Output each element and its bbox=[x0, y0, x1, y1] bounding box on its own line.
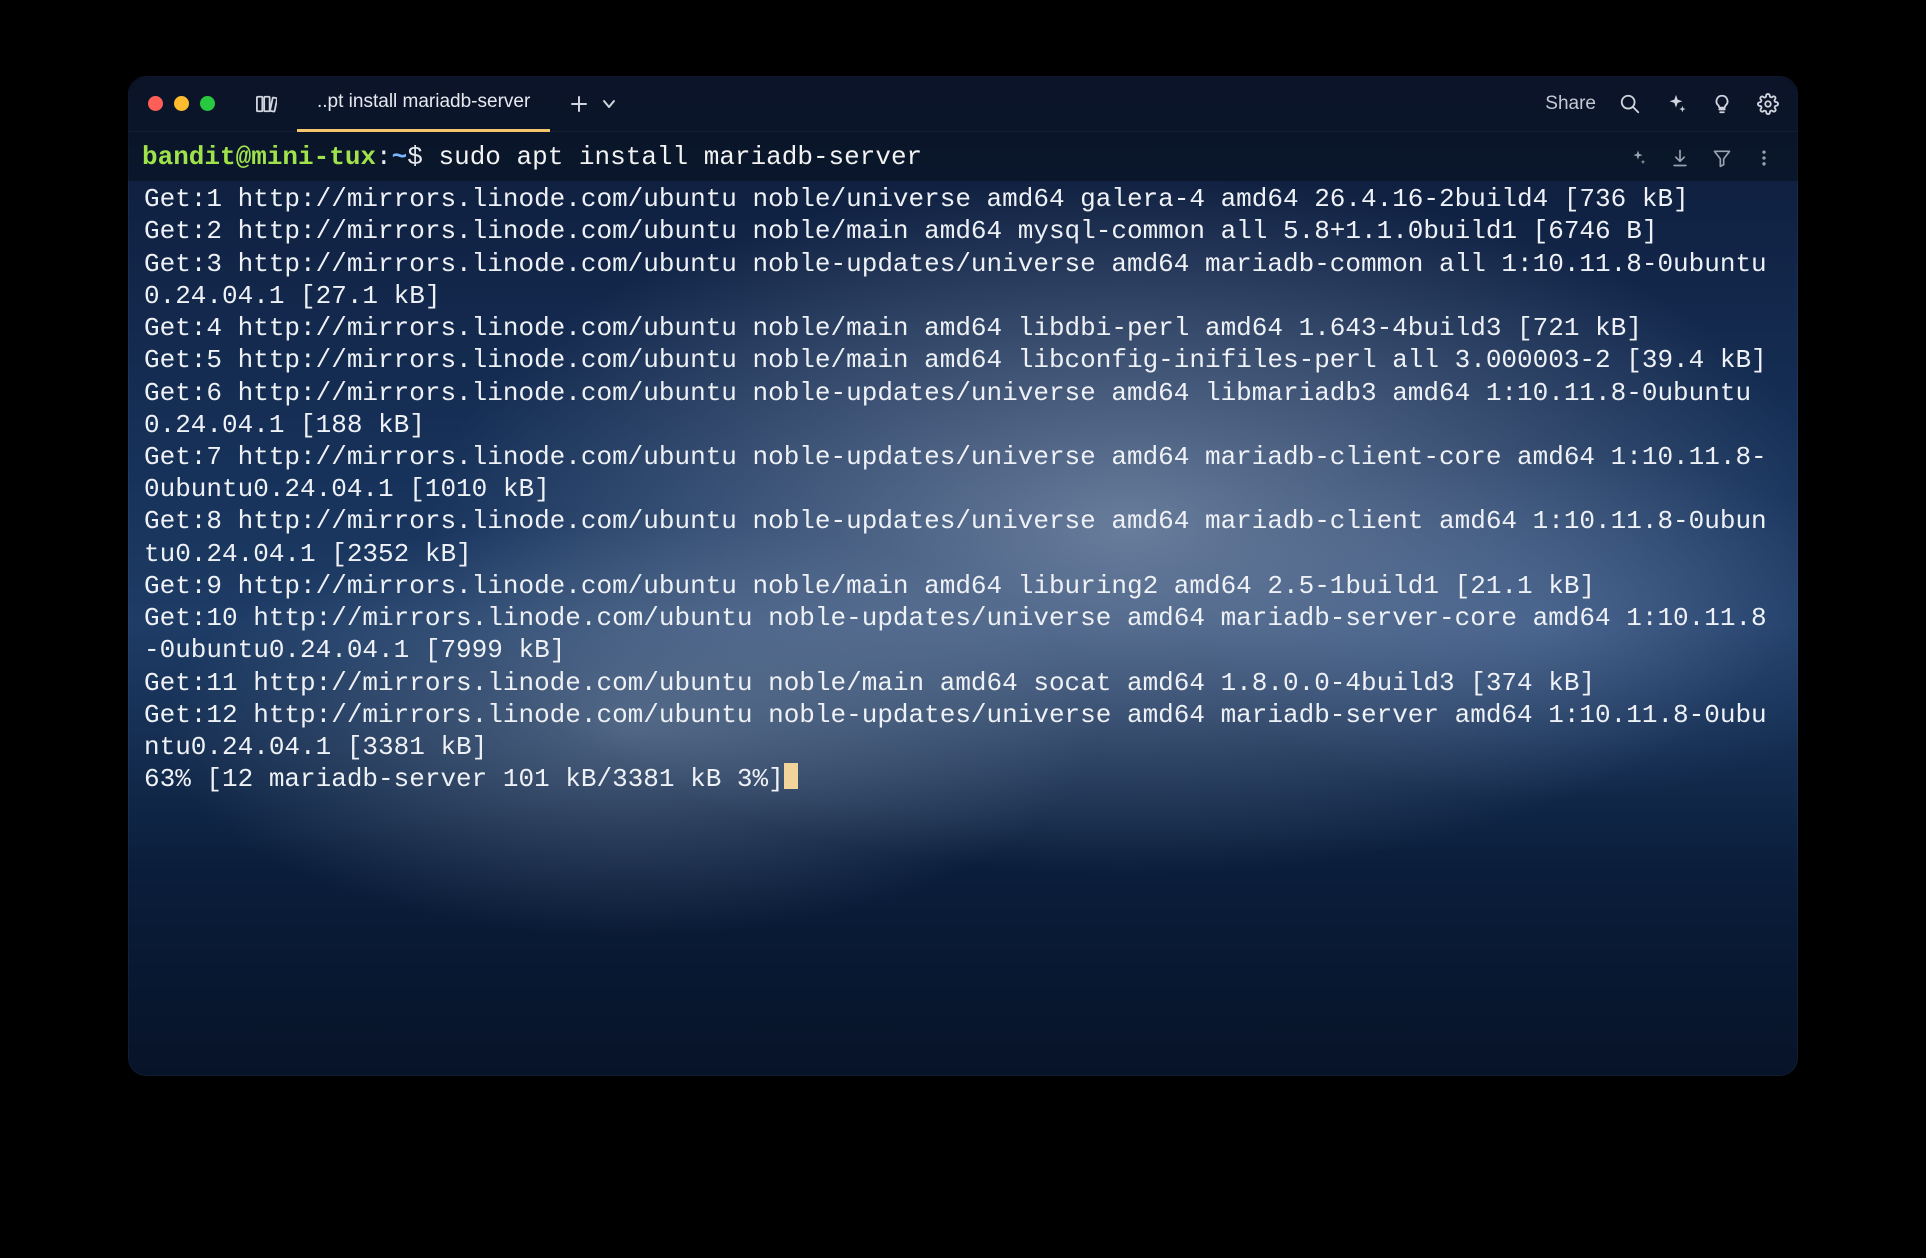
chevron-down-icon[interactable] bbox=[602, 97, 616, 111]
plus-icon[interactable] bbox=[570, 95, 588, 113]
output-line: Get:2 http://mirrors.linode.com/ubuntu n… bbox=[144, 215, 1782, 247]
close-button[interactable] bbox=[148, 96, 163, 111]
titlebar-right-actions: Share bbox=[1545, 92, 1780, 116]
tab-actions bbox=[570, 95, 616, 113]
output-line: Get:4 http://mirrors.linode.com/ubuntu n… bbox=[144, 312, 1782, 344]
prompt-toolbar bbox=[1628, 148, 1774, 168]
output-line: Get:6 http://mirrors.linode.com/ubuntu n… bbox=[144, 377, 1782, 441]
output-line: Get:1 http://mirrors.linode.com/ubuntu n… bbox=[144, 183, 1782, 215]
sparkle-small-icon[interactable] bbox=[1628, 148, 1648, 168]
prompt-bar: bandit@mini-tux:~$ sudo apt install mari… bbox=[128, 132, 1798, 181]
output-line: Get:3 http://mirrors.linode.com/ubuntu n… bbox=[144, 248, 1782, 312]
share-button[interactable]: Share bbox=[1545, 93, 1596, 115]
terminal-output[interactable]: Get:1 http://mirrors.linode.com/ubuntu n… bbox=[128, 181, 1798, 1076]
output-line: Get:10 http://mirrors.linode.com/ubuntu … bbox=[144, 602, 1782, 666]
tab-active[interactable]: ..pt install mariadb-server bbox=[297, 76, 550, 132]
prompt-dollar: $ bbox=[407, 142, 438, 172]
search-icon[interactable] bbox=[1618, 92, 1642, 116]
progress-text: 63% [12 mariadb-server 101 kB/3381 kB 3%… bbox=[144, 764, 784, 794]
output-line: Get:12 http://mirrors.linode.com/ubuntu … bbox=[144, 699, 1782, 763]
prompt-colon: : bbox=[376, 142, 392, 172]
minimize-button[interactable] bbox=[174, 96, 189, 111]
prompt-user-host: bandit@mini-tux bbox=[142, 142, 376, 172]
filter-icon[interactable] bbox=[1712, 148, 1732, 168]
output-line: Get:7 http://mirrors.linode.com/ubuntu n… bbox=[144, 441, 1782, 505]
prompt-command: sudo apt install mariadb-server bbox=[438, 142, 922, 172]
output-line: Get:9 http://mirrors.linode.com/ubuntu n… bbox=[144, 570, 1782, 602]
download-icon[interactable] bbox=[1670, 148, 1690, 168]
cursor bbox=[784, 763, 798, 789]
terminal-window: ..pt install mariadb-server Share bbox=[128, 76, 1798, 1076]
titlebar: ..pt install mariadb-server Share bbox=[128, 76, 1798, 132]
output-line: Get:5 http://mirrors.linode.com/ubuntu n… bbox=[144, 344, 1782, 376]
lightbulb-icon[interactable] bbox=[1710, 92, 1734, 116]
output-line: Get:8 http://mirrors.linode.com/ubuntu n… bbox=[144, 505, 1782, 569]
zoom-button[interactable] bbox=[200, 96, 215, 111]
prompt-path: ~ bbox=[392, 142, 408, 172]
output-line: Get:11 http://mirrors.linode.com/ubuntu … bbox=[144, 667, 1782, 699]
gear-icon[interactable] bbox=[1756, 92, 1780, 116]
sparkle-icon[interactable] bbox=[1664, 92, 1688, 116]
library-icon[interactable] bbox=[255, 94, 277, 114]
prompt-line[interactable]: bandit@mini-tux:~$ sudo apt install mari… bbox=[142, 140, 1608, 175]
more-vertical-icon[interactable] bbox=[1754, 148, 1774, 168]
tab-title: ..pt install mariadb-server bbox=[317, 91, 530, 113]
traffic-lights bbox=[148, 96, 215, 111]
progress-line: 63% [12 mariadb-server 101 kB/3381 kB 3%… bbox=[144, 763, 1782, 795]
